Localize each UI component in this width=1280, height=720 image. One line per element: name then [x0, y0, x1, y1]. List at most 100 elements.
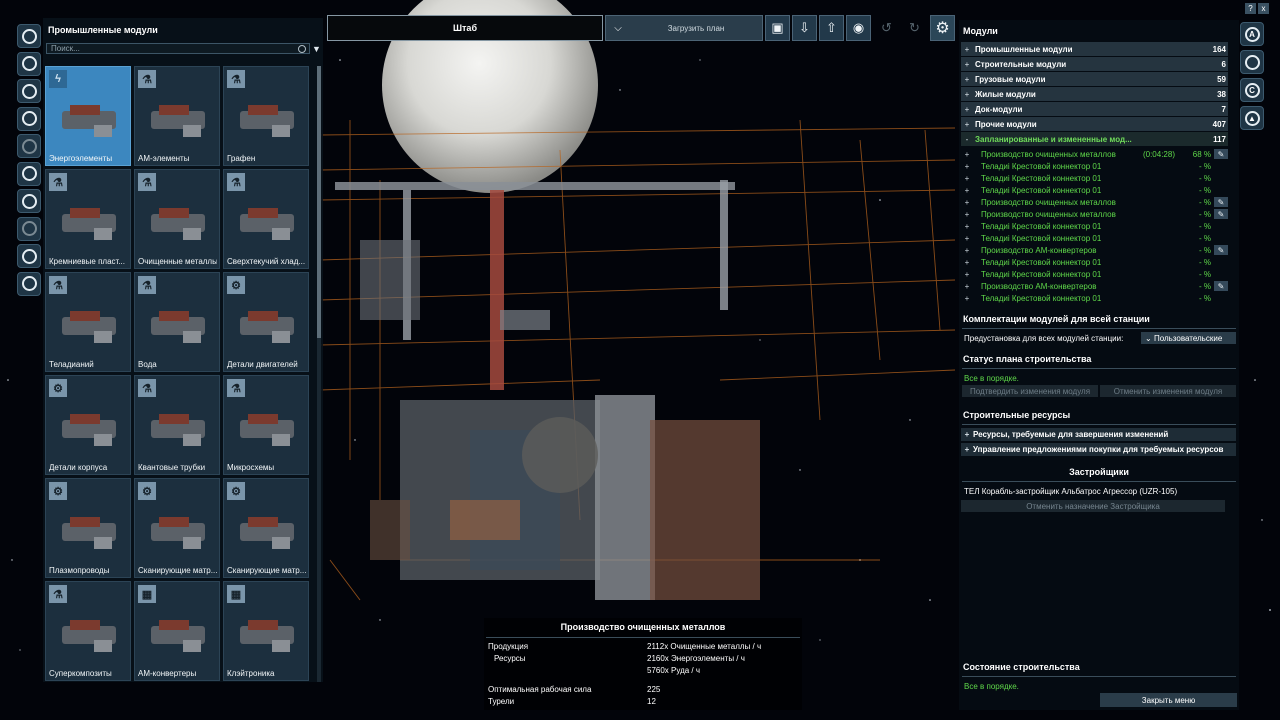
build-icon: [21, 56, 37, 71]
unassign-builder-button[interactable]: Отменить назначение Застройщика: [961, 500, 1225, 512]
edit-icon[interactable]: ✎: [1214, 149, 1228, 159]
planned-module-row[interactable]: + Производство очищенных металлов - % ✎: [961, 208, 1228, 220]
module-tile[interactable]: ⚗ Микросхемы: [223, 375, 309, 475]
close-window-button[interactable]: x: [1258, 3, 1269, 14]
settings-button[interactable]: ⚙: [930, 15, 955, 41]
module-tile[interactable]: ⚗ Сверхтекучий хлад...: [223, 169, 309, 269]
planned-module-row[interactable]: + Теладиi Крестовой коннектор 01 - %: [961, 184, 1228, 196]
module-tile-label: Сканирующие матр...: [138, 566, 217, 575]
mode-c-button[interactable]: C: [1240, 78, 1264, 102]
close-menu-button[interactable]: Закрыть меню: [1100, 693, 1237, 707]
redo-button[interactable]: ↻: [902, 15, 927, 41]
module-preview-image: [54, 394, 124, 464]
module-tile-label: Графен: [227, 154, 256, 163]
planned-module-row[interactable]: + Теладиi Крестовой коннектор 01 - %: [961, 232, 1228, 244]
search-input[interactable]: Поиск...: [46, 43, 310, 54]
build-category-button[interactable]: [17, 51, 41, 76]
link-mode-button[interactable]: [1240, 50, 1264, 74]
edit-icon[interactable]: ✎: [1214, 281, 1228, 291]
defence-category-button[interactable]: [17, 189, 41, 213]
category-name: Жилые модули: [975, 89, 1036, 99]
import-button[interactable]: ⇩: [792, 15, 817, 41]
undo-button[interactable]: ↺: [874, 15, 899, 41]
module-category-row[interactable]: + Прочие модули 407: [961, 117, 1228, 131]
planned-module-row[interactable]: + Производство АМ-конвертеров - % ✎: [961, 280, 1228, 292]
load-plan-dropdown[interactable]: ⌵ Загрузить план: [605, 15, 763, 41]
module-info-panel: Производство очищенных металлов Продукци…: [484, 618, 802, 710]
module-tile[interactable]: ⚗ Очищенные металлы: [134, 169, 220, 269]
planned-module-row[interactable]: + Теладиi Крестовой коннектор 01 - %: [961, 292, 1228, 304]
divider: [962, 368, 1236, 369]
module-tile[interactable]: ⚗ АМ-элементы: [134, 66, 220, 166]
storage-category-button[interactable]: [17, 79, 41, 103]
module-tile[interactable]: ⚗ Суперкомпозиты: [45, 581, 131, 681]
module-tile[interactable]: ⚙ Сканирующие матр...: [223, 478, 309, 578]
planned-module-row[interactable]: + Производство очищенных металлов (0:04:28…: [961, 148, 1228, 160]
module-category-row[interactable]: + Жилые модули 38: [961, 87, 1228, 101]
planned-module-progress: - %: [1199, 233, 1211, 243]
planned-module-row[interactable]: + Теладиi Крестовой коннектор 01 - %: [961, 220, 1228, 232]
preset-dropdown[interactable]: ⌄ Пользовательские: [1141, 332, 1236, 344]
edit-slot: [1214, 257, 1228, 267]
divider: [962, 676, 1236, 677]
visibility-button[interactable]: ◉: [846, 15, 871, 41]
planned-module-row[interactable]: + Теладиi Крестовой коннектор 01 - %: [961, 256, 1228, 268]
planned-module-row[interactable]: + Производство АМ-конвертеров - % ✎: [961, 244, 1228, 256]
filter-icon[interactable]: ▼: [312, 43, 321, 54]
planned-module-row[interactable]: + Теладиi Крестовой коннектор 01 - %: [961, 160, 1228, 172]
required-resources-row[interactable]: + Ресурсы, требуемые для завершения изме…: [961, 428, 1236, 441]
planned-module-row[interactable]: + Теладиi Крестовой коннектор 01 - %: [961, 172, 1228, 184]
help-button[interactable]: ?: [1245, 3, 1256, 14]
planned-module-row[interactable]: + Производство очищенных металлов - % ✎: [961, 196, 1228, 208]
panel-title: Промышленные модули: [48, 25, 158, 35]
module-tile[interactable]: ⚗ Теладианий: [45, 272, 131, 372]
industry-icon: [21, 28, 37, 44]
module-tile[interactable]: ⚗ Вода: [134, 272, 220, 372]
module-tile[interactable]: ⚗ Квантовые трубки: [134, 375, 220, 475]
edit-icon[interactable]: ✎: [1214, 209, 1228, 219]
scrollbar-thumb[interactable]: [317, 66, 321, 338]
module-tile[interactable]: ⚗ Графен: [223, 66, 309, 166]
dock-category-button[interactable]: [17, 161, 41, 186]
habitation-category-button[interactable]: [17, 106, 41, 131]
info-title: Производство очищенных металлов: [560, 622, 726, 632]
module-tile[interactable]: ⚙ Сканирующие матр...: [134, 478, 220, 578]
edit-slot: [1214, 233, 1228, 243]
module-tile[interactable]: ⚙ Детали корпуса: [45, 375, 131, 475]
connection-icon: [21, 276, 37, 291]
module-category-row[interactable]: + Промышленные модули 164: [961, 42, 1228, 56]
module-preview-image: [232, 394, 302, 464]
module-tile[interactable]: ⚙ Плазмопроводы: [45, 478, 131, 578]
station-name-field[interactable]: Штаб: [327, 15, 603, 41]
favorites-category-button[interactable]: [17, 134, 41, 158]
export-button[interactable]: ⇧: [819, 15, 844, 41]
save-plan-button[interactable]: ▣: [765, 15, 790, 41]
module-category-row[interactable]: + Док-модули 7: [961, 102, 1228, 116]
modules-panel: Модули + Промышленные модули 164 + Строитель…: [959, 20, 1239, 710]
cancel-changes-button[interactable]: Отменить изменения модуля: [1100, 385, 1236, 397]
mode-a-button[interactable]: A: [1240, 22, 1264, 46]
module-category-row[interactable]: + Грузовые модули 59: [961, 72, 1228, 86]
planned-modules-row[interactable]: - Запланированные и измененные мод... 11…: [961, 132, 1228, 146]
module-tile[interactable]: ▦ АМ-конвертеры: [134, 581, 220, 681]
recycle-category-button[interactable]: [17, 216, 41, 241]
edit-icon[interactable]: ✎: [1214, 197, 1228, 207]
module-category-row[interactable]: + Строительные модули 6: [961, 57, 1228, 71]
module-preview-image: [54, 497, 124, 567]
module-tile[interactable]: ⚙ Детали двигателей: [223, 272, 309, 372]
confirm-changes-button[interactable]: Подтвердить изменения модуля: [962, 385, 1098, 397]
connection-category-button[interactable]: [17, 271, 41, 296]
industry-category-button[interactable]: [17, 24, 41, 48]
other-category-button[interactable]: [17, 244, 41, 268]
edit-icon[interactable]: ✎: [1214, 245, 1228, 255]
planned-module-row[interactable]: + Теладиi Крестовой коннектор 01 - %: [961, 268, 1228, 280]
turrets-value: 12: [647, 697, 656, 706]
module-tile[interactable]: ϟ Энергоэлементы: [45, 66, 131, 166]
planned-module-progress: - %: [1199, 245, 1211, 255]
buy-offers-row[interactable]: + Управление предложениями покупки для т…: [961, 443, 1236, 456]
plan-actions: Подтвердить изменения модуля Отменить из…: [962, 385, 1236, 397]
module-tile[interactable]: ▦ Клэйтроника: [223, 581, 309, 681]
warning-mode-button[interactable]: ▲: [1240, 106, 1264, 130]
expand-icon: +: [964, 44, 970, 54]
module-tile[interactable]: ⚗ Кремниевые пласт...: [45, 169, 131, 269]
